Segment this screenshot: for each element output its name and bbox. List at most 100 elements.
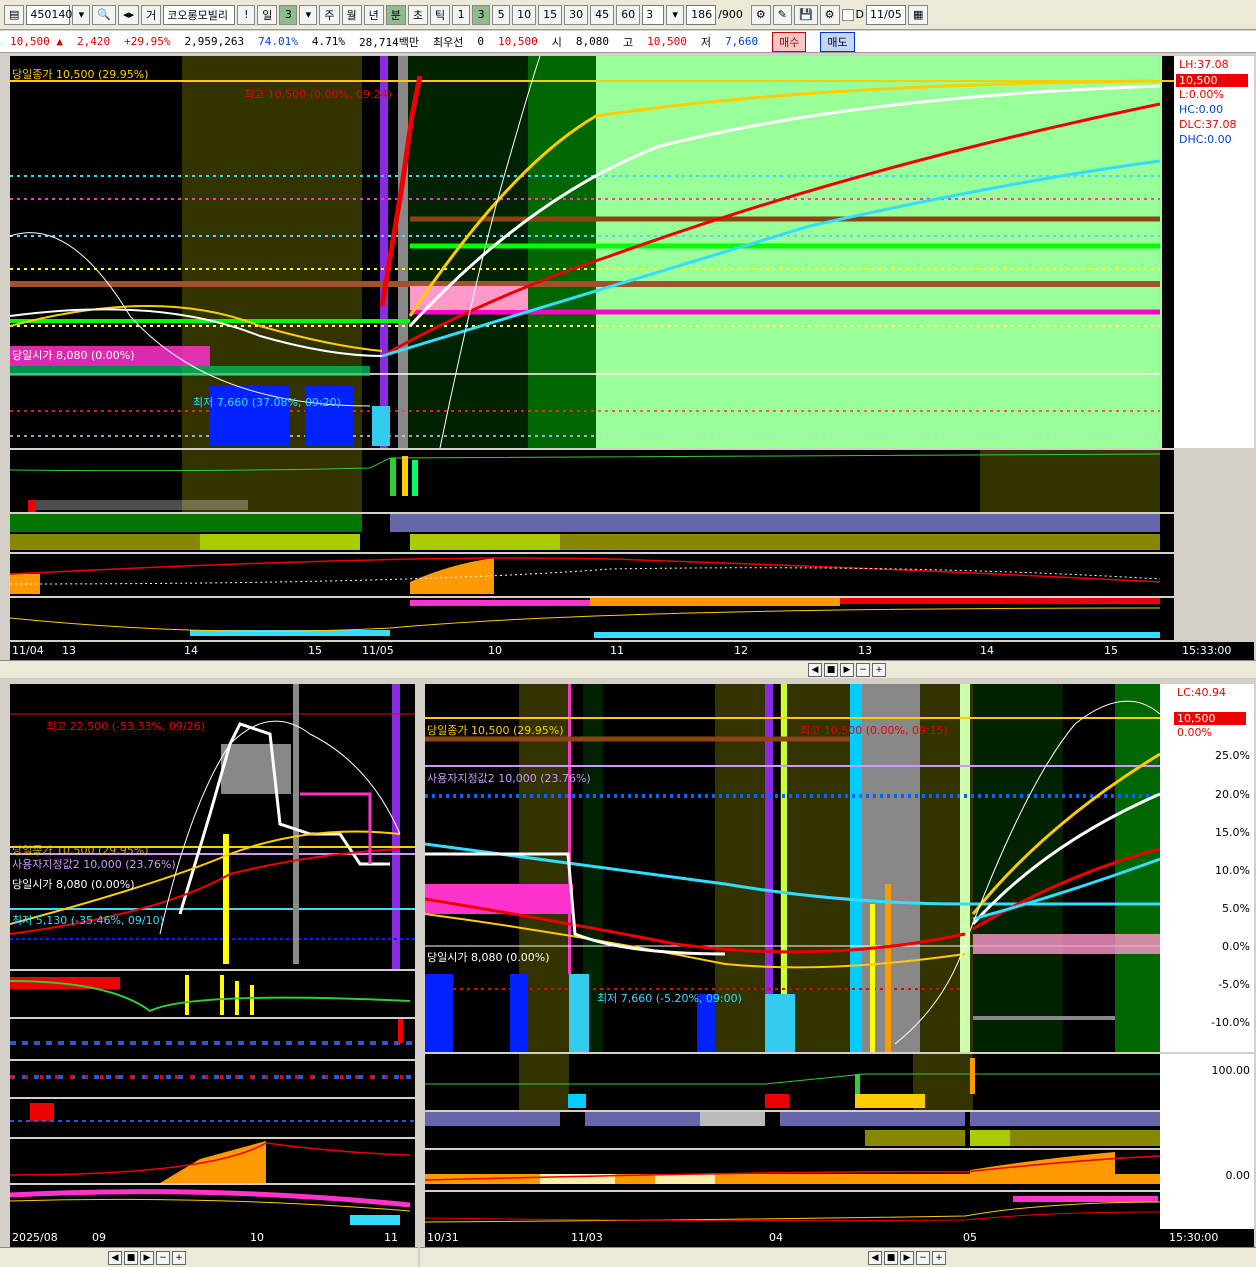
y-tick: 8,750 xyxy=(1218,278,1251,291)
interval-button[interactable]: 10 xyxy=(512,4,537,25)
bottom-right-intraday-chart[interactable]: 당일종가 10,500 (29.95%) 최고 10,500 (0.00%, 0… xyxy=(425,684,1160,1052)
daily-sub-canvas-1 xyxy=(10,975,411,1015)
price-change-pct: +29.95% xyxy=(124,35,171,48)
dropdown-icon[interactable]: ▾ xyxy=(72,4,91,25)
chart-settings-icon[interactable]: ⚙ xyxy=(750,4,771,25)
y-tick: 9,500 xyxy=(1218,191,1251,204)
volume: 2,959,263 xyxy=(184,35,245,48)
period-second-button[interactable]: 초 xyxy=(407,4,429,25)
trade-amount: 28,714백만 xyxy=(358,35,419,49)
bottom-right-indicator-1[interactable] xyxy=(425,1150,1160,1190)
current-price-tag: 10,500 xyxy=(1174,712,1246,725)
low-note: 최저 7,660 (37.08%, 09:20) xyxy=(193,396,341,409)
bottom-left-sub-3[interactable] xyxy=(10,1061,415,1097)
menu-icon[interactable]: ▤ xyxy=(4,4,25,25)
period-minute-button[interactable]: 분 xyxy=(385,4,406,25)
interval-button[interactable]: 3 xyxy=(472,4,491,25)
interval-button[interactable]: 45 xyxy=(590,4,615,25)
interval-button[interactable]: 15 xyxy=(538,4,563,25)
bottom-left-sub-1[interactable] xyxy=(10,971,415,1017)
top-price-axis: LH:37.08 10,500 L:0.00% HC:0.00 DLC:37.0… xyxy=(1174,56,1254,448)
prev-next-icon[interactable]: ◂▸ xyxy=(118,4,140,25)
dhc-tag: DHC:0.00 xyxy=(1179,133,1232,146)
interval-button[interactable]: 30 xyxy=(564,4,589,25)
stop-icon[interactable]: ■ xyxy=(824,662,838,677)
count-input[interactable]: 186 xyxy=(686,4,717,25)
search-icon[interactable]: 🔍 xyxy=(92,4,117,25)
bottom-left-sub-5[interactable] xyxy=(10,1139,415,1183)
zoom-out-icon[interactable]: − xyxy=(156,1250,170,1265)
scroll-right-icon[interactable]: ▶ xyxy=(900,1250,914,1265)
volume-ratio: 74.01% xyxy=(258,35,298,48)
zoom-in-icon[interactable]: + xyxy=(932,1250,946,1265)
open-label: 시 xyxy=(551,35,562,49)
interval-button[interactable]: 5 xyxy=(492,4,511,25)
bottom-left-sub-4[interactable] xyxy=(10,1099,415,1137)
zoom-out-icon[interactable]: − xyxy=(916,1250,930,1265)
zoom-out-icon[interactable]: − xyxy=(856,662,870,677)
daily-high-note: 최고 22,500 (-53.33%, 09/26) xyxy=(46,720,205,733)
y-tick: -5.0% xyxy=(1218,978,1250,991)
best-bid-label: 최우선 xyxy=(432,35,464,49)
bottom-left-sub-2[interactable] xyxy=(10,1019,415,1059)
top-price-chart[interactable]: 당일종가 10,500 (29.95%) 최고 10,500 (0.00%, 0… xyxy=(10,56,1174,448)
top-band-panel[interactable] xyxy=(10,514,1174,552)
x-tick: 14 xyxy=(184,644,198,657)
bottom-left-sub-6[interactable] xyxy=(10,1185,415,1229)
sell-button[interactable]: 매도 xyxy=(820,31,855,52)
bottom-right-band-panel[interactable] xyxy=(425,1112,1160,1148)
top-indicator-panel-2[interactable] xyxy=(10,598,1174,640)
save-icon[interactable]: 💾 xyxy=(793,4,818,25)
bottom-right-indicator-2[interactable] xyxy=(425,1192,1160,1229)
scroll-left-icon[interactable]: ◀ xyxy=(808,662,822,677)
daily-open-note: 당일시가 8,080 (0.00%) xyxy=(12,878,135,891)
bottom-right-scrollbar[interactable]: ◀ ■ ▶ − + xyxy=(420,1247,1256,1267)
interval-button[interactable]: 60 xyxy=(616,4,641,25)
y-tick: 8,250 xyxy=(1218,336,1251,349)
zoom-in-icon[interactable]: + xyxy=(872,662,886,677)
interval-select[interactable]: 3 xyxy=(642,4,665,25)
dropdown-icon[interactable]: ▾ xyxy=(666,4,685,25)
bottom-right-volume-panel[interactable] xyxy=(425,1054,1160,1110)
indicator-canvas-1 xyxy=(10,557,1161,594)
calendar-icon[interactable]: ▦ xyxy=(908,4,929,25)
scroll-left-icon[interactable]: ◀ xyxy=(108,1250,122,1265)
scroll-right-icon[interactable]: ▶ xyxy=(840,662,854,677)
x-tick: 11/03 xyxy=(571,1231,603,1244)
period-tick-button[interactable]: 틱 xyxy=(430,4,451,25)
date-checkbox[interactable] xyxy=(841,8,854,21)
buy-button[interactable]: 매수 xyxy=(772,31,807,52)
stop-icon[interactable]: ■ xyxy=(124,1250,138,1265)
period-month-button[interactable]: 월 xyxy=(341,4,362,25)
lc-tag: LC:40.94 xyxy=(1177,686,1227,699)
x-tick: 11/05 xyxy=(362,644,394,657)
top-indicator-panel-1[interactable] xyxy=(10,554,1174,596)
zoom-in-icon[interactable]: + xyxy=(172,1250,186,1265)
dropdown-icon[interactable]: ▾ xyxy=(299,4,318,25)
scroll-left-icon[interactable]: ◀ xyxy=(868,1250,882,1265)
alert-button[interactable]: ! xyxy=(237,4,256,25)
period-week-button[interactable]: 주 xyxy=(319,4,340,25)
daily-sub-canvas-6 xyxy=(10,1189,411,1225)
period-day-button[interactable]: 일 xyxy=(257,4,278,25)
stock-code-input[interactable]: 450140 xyxy=(26,4,72,25)
bottom-left-scrollbar[interactable]: ◀ ■ ▶ − + xyxy=(0,1247,418,1267)
period-num-field[interactable]: 3 xyxy=(279,4,298,25)
period-year-button[interactable]: 년 xyxy=(363,4,384,25)
intraday-high-note: 최고 10,500 (0.00%, 09:15) xyxy=(800,724,948,737)
top-scrollbar[interactable]: ◀ ■ ▶ − + xyxy=(0,660,1256,678)
bottom-left-daily-chart[interactable]: 최고 22,500 (-53.33%, 09/26) 사용자지정값2 10,00… xyxy=(10,684,415,969)
x-tick: 04 xyxy=(769,1231,783,1244)
top-volume-panel[interactable] xyxy=(10,450,1174,512)
scroll-right-icon[interactable]: ▶ xyxy=(140,1250,154,1265)
draw-tool-icon[interactable]: ✎ xyxy=(772,4,792,25)
x-tick: 12 xyxy=(734,644,748,657)
close-note: 당일종가 10,500 (29.95%) xyxy=(12,68,149,81)
intraday-user-line: 사용자지정값2 10,000 (23.76%) xyxy=(427,772,591,785)
interval-button[interactable]: 1 xyxy=(452,4,471,25)
high-price: 10,500 xyxy=(647,35,687,48)
stock-name-field[interactable]: 코오롱모빌리 xyxy=(163,4,236,25)
stop-icon[interactable]: ■ xyxy=(884,1250,898,1265)
gear-icon[interactable]: ⚙ xyxy=(819,4,840,25)
date-input[interactable]: 11/05 xyxy=(866,4,907,25)
